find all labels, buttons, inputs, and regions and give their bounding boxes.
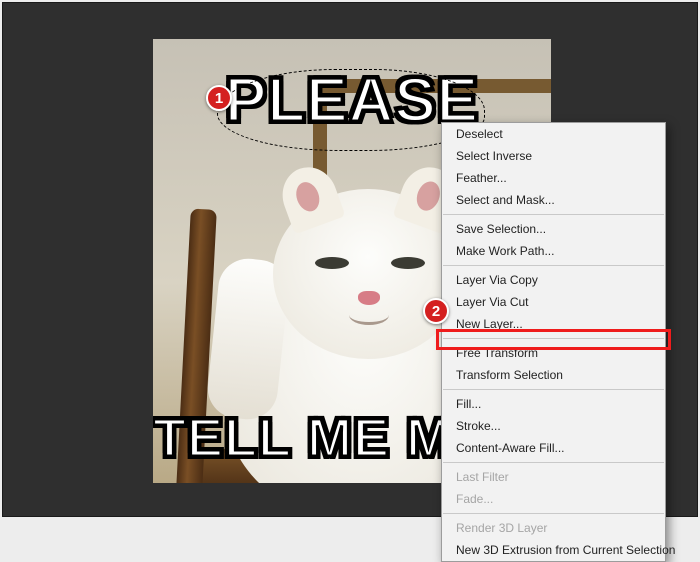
step-badge-2: 2 (423, 298, 449, 324)
ctx-stroke[interactable]: Stroke... (442, 415, 665, 437)
ctx-last-filter: Last Filter (442, 466, 665, 488)
ctx-new-3d-extrusion[interactable]: New 3D Extrusion from Current Selection (442, 539, 665, 561)
ctx-select-inverse[interactable]: Select Inverse (442, 145, 665, 167)
ctx-feather[interactable]: Feather... (442, 167, 665, 189)
ctx-separator (443, 265, 664, 266)
scene-cat-eye-right (391, 257, 425, 269)
ctx-layer-via-copy[interactable]: Layer Via Copy (442, 269, 665, 291)
context-menu: Deselect Select Inverse Feather... Selec… (441, 122, 666, 562)
ctx-fill[interactable]: Fill... (442, 393, 665, 415)
scene-cat-nose (358, 291, 380, 305)
ctx-make-work-path[interactable]: Make Work Path... (442, 240, 665, 262)
editor-workspace: PLEASE TELL ME MORE 1 2 Deselect Select … (2, 2, 698, 517)
ctx-fade: Fade... (442, 488, 665, 510)
scene-cat-eye-left (315, 257, 349, 269)
ctx-separator (443, 214, 664, 215)
ctx-new-layer[interactable]: New Layer... (442, 313, 665, 335)
ctx-select-and-mask[interactable]: Select and Mask... (442, 189, 665, 211)
ctx-deselect[interactable]: Deselect (442, 123, 665, 145)
step-badge-1: 1 (206, 85, 232, 111)
ctx-content-aware-fill[interactable]: Content-Aware Fill... (442, 437, 665, 459)
ctx-separator (443, 462, 664, 463)
ctx-free-transform[interactable]: Free Transform (442, 342, 665, 364)
ctx-separator (443, 389, 664, 390)
ctx-separator (443, 338, 664, 339)
scene-cat-mouth (349, 305, 389, 325)
ctx-render-3d-layer: Render 3D Layer (442, 517, 665, 539)
ctx-transform-selection[interactable]: Transform Selection (442, 364, 665, 386)
ctx-layer-via-cut[interactable]: Layer Via Cut (442, 291, 665, 313)
ctx-save-selection[interactable]: Save Selection... (442, 218, 665, 240)
ctx-separator (443, 513, 664, 514)
